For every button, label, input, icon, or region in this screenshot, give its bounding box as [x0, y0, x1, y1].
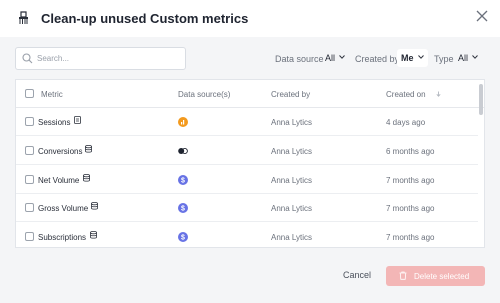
sort-arrow-icon [436, 91, 441, 97]
search-input[interactable] [37, 50, 181, 67]
toggle-icon [178, 147, 188, 155]
created-by: Anna Lytics [271, 233, 313, 242]
data-source-filter-label: Data source [275, 54, 324, 64]
database-icon [91, 202, 98, 210]
metric-name: Gross Volume [38, 204, 89, 213]
table-header: Metric Data source(s) Created by Created… [16, 80, 484, 108]
metrics-table: Metric Data source(s) Created by Created… [15, 79, 485, 248]
cleanup-dialog: Clean-up unused Custom metrics Data sour… [0, 0, 500, 303]
created-on: 4 days ago [386, 118, 426, 127]
created-on: 6 months ago [386, 147, 435, 156]
created-by: Anna Lytics [271, 118, 313, 127]
close-icon[interactable] [475, 9, 489, 23]
created-by-filter-select[interactable]: Me [397, 49, 428, 67]
database-icon [90, 231, 97, 239]
created-by: Anna Lytics [271, 147, 313, 156]
search-box [15, 47, 186, 70]
created-on: 7 months ago [386, 204, 435, 213]
trash-icon [399, 271, 407, 280]
table-row[interactable]: Conversions Anna Lytics 6 months ago [16, 137, 478, 165]
table-row[interactable]: Sessions Anna Lytics 4 days ago [16, 108, 478, 136]
table-row[interactable]: Gross Volume $ Anna Lytics 7 months ago [16, 194, 478, 222]
column-created-on[interactable]: Created on [386, 90, 441, 99]
created-by-filter-value: Me [401, 53, 414, 63]
created-by: Anna Lytics [271, 176, 313, 185]
created-by-filter-label: Created by [355, 54, 400, 64]
database-icon [83, 174, 90, 182]
google-analytics-icon [178, 117, 188, 127]
data-source-filter-value: All [325, 53, 336, 63]
cancel-button[interactable]: Cancel [343, 270, 371, 280]
metric-name: Subscriptions [38, 233, 87, 242]
table-row[interactable]: Net Volume $ Anna Lytics 7 months ago [16, 166, 478, 194]
table-row[interactable]: Subscriptions $ Anna Lytics 7 months ago [16, 223, 478, 247]
stripe-icon: $ [178, 203, 188, 213]
column-data-sources[interactable]: Data source(s) [178, 90, 230, 99]
row-checkbox[interactable] [25, 146, 34, 155]
delete-selected-button[interactable]: Delete selected [386, 266, 485, 286]
type-filter-label: Type [434, 54, 454, 64]
dialog-header: Clean-up unused Custom metrics [0, 0, 500, 37]
row-checkbox[interactable] [25, 117, 34, 126]
document-icon [74, 116, 81, 124]
data-source-filter-select[interactable]: All [321, 49, 349, 67]
row-checkbox[interactable] [25, 203, 34, 212]
metric-name: Sessions [38, 118, 71, 127]
created-by: Anna Lytics [271, 204, 313, 213]
svg-text:$: $ [181, 178, 185, 185]
type-filter-value: All [458, 53, 469, 63]
stripe-icon: $ [178, 232, 188, 242]
stripe-icon: $ [178, 175, 188, 185]
type-filter-select[interactable]: All [454, 49, 482, 67]
row-checkbox[interactable] [25, 232, 34, 241]
metric-name: Conversions [38, 147, 83, 156]
select-all-checkbox[interactable] [25, 89, 34, 98]
created-on: 7 months ago [386, 233, 435, 242]
search-icon [22, 53, 33, 64]
dialog-title: Clean-up unused Custom metrics [41, 11, 249, 26]
chevron-down-icon [339, 55, 345, 59]
chevron-down-icon [472, 55, 478, 59]
row-checkbox[interactable] [25, 175, 34, 184]
svg-text:$: $ [181, 206, 185, 213]
metric-name: Net Volume [38, 176, 80, 185]
column-metric[interactable]: Metric [41, 90, 63, 99]
svg-text:$: $ [181, 235, 185, 242]
chevron-down-icon [417, 55, 424, 59]
delete-selected-label: Delete selected [414, 272, 470, 281]
database-icon [85, 145, 92, 153]
column-created-on-label: Created on [386, 90, 426, 99]
column-created-by[interactable]: Created by [271, 90, 310, 99]
created-on: 7 months ago [386, 176, 435, 185]
table-scrollbar[interactable] [479, 84, 483, 115]
broom-icon [19, 11, 28, 24]
